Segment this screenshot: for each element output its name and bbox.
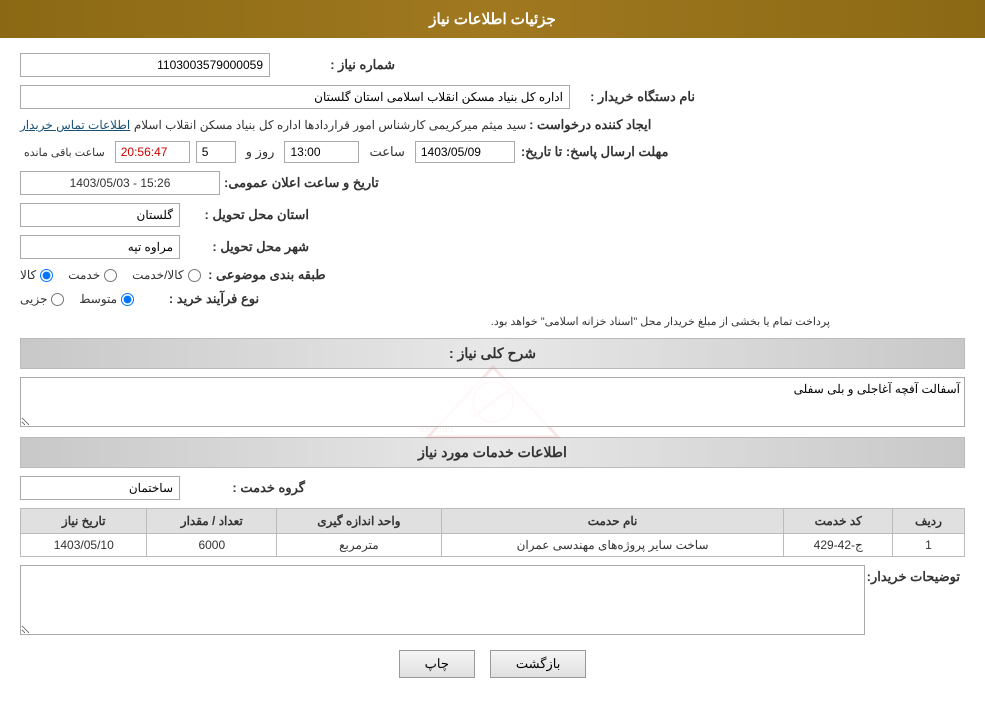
- aalan-label: تاریخ و ساعت اعلان عمومی:: [224, 175, 384, 191]
- deadline-label: مهلت ارسال پاسخ: تا تاریخ:: [521, 144, 674, 160]
- shomara-input[interactable]: [20, 53, 270, 77]
- dasgah-row: نام دستگاه خریدار :: [20, 85, 965, 109]
- radio-kala-input[interactable]: [40, 269, 53, 282]
- radio-motavas-label: متوسط: [79, 292, 117, 306]
- nav-farayand-note: پرداخت تمام یا بخشی از مبلغ خریدار محل "…: [20, 315, 965, 328]
- service-table-body: 1ج-42-429ساخت سایر پروژه‌های مهندسی عمرا…: [21, 534, 965, 557]
- tabaghe-label: طبقه بندی موضوعی :: [201, 267, 331, 283]
- tozihat-textarea[interactable]: [20, 565, 865, 635]
- dasgah-label: نام دستگاه خریدار :: [570, 89, 700, 105]
- deadline-row: مهلت ارسال پاسخ: تا تاریخ: ساعت روز و سا…: [20, 141, 965, 163]
- radio-kala[interactable]: کالا: [20, 268, 53, 282]
- content-area: شماره نیاز : نام دستگاه خریدار : ایجاد ک…: [0, 38, 985, 708]
- radio-khedmat[interactable]: خدمت: [68, 268, 117, 282]
- ostan-row: استان محل تحویل :: [20, 203, 965, 227]
- radio-motavas[interactable]: متوسط: [79, 292, 134, 306]
- cell-tedad: 6000: [147, 534, 277, 557]
- cell-radif: 1: [892, 534, 964, 557]
- tozihat-row: توضیحات خریدار:: [20, 565, 965, 635]
- col-vahed: واحد اندازه گیری: [277, 509, 441, 534]
- radio-jozi-label: جزیی: [20, 292, 47, 306]
- nav-farayand-label: نوع فرآیند خرید :: [134, 291, 264, 307]
- radio-khedmat-label: خدمت: [68, 268, 100, 282]
- section-sharh-label: شرح کلی نیاز :: [449, 345, 536, 361]
- col-tedad: تعداد / مقدار: [147, 509, 277, 534]
- gorohe-input[interactable]: [20, 476, 180, 500]
- section-sharh-title: شرح کلی نیاز :: [20, 338, 965, 369]
- ijad-label: ایجاد کننده درخواست :: [526, 117, 656, 133]
- cell-code: ج-42-429: [784, 534, 893, 557]
- bottom-buttons: بازگشت چاپ: [20, 650, 965, 693]
- cell-name: ساخت سایر پروژه‌های مهندسی عمران: [441, 534, 784, 557]
- col-name: نام حدمت: [441, 509, 784, 534]
- shomara-row: شماره نیاز :: [20, 53, 965, 77]
- page-wrapper: جزئیات اطلاعات نیاز شماره نیاز : نام دست…: [0, 0, 985, 708]
- ijad-value: سید میثم میرکریمی کارشناس امور قراردادها…: [134, 118, 527, 132]
- gorohe-label: گروه خدمت :: [180, 480, 310, 496]
- ostan-label: استان محل تحویل :: [184, 207, 314, 223]
- aalan-row: تاریخ و ساعت اعلان عمومی: 1403/05/03 - 1…: [20, 171, 965, 195]
- col-code: کد خدمت: [784, 509, 893, 534]
- radio-jozi-input[interactable]: [51, 293, 64, 306]
- radio-kala-khedmat[interactable]: کالا/خدمت: [132, 268, 200, 282]
- radio-kala-khedmat-input[interactable]: [188, 269, 201, 282]
- col-radif: ردیف: [892, 509, 964, 534]
- deadline-time-input[interactable]: [284, 141, 359, 163]
- deadline-date-input[interactable]: [415, 141, 515, 163]
- radio-jozi[interactable]: جزیی: [20, 292, 64, 306]
- nav-farayand-row: نوع فرآیند خرید : متوسط جزیی: [20, 291, 965, 307]
- radio-khedmat-input[interactable]: [104, 269, 117, 282]
- tabaghe-radio-group: کالا/خدمت خدمت کالا: [20, 268, 201, 282]
- dasgah-input[interactable]: [20, 85, 570, 109]
- print-button[interactable]: چاپ: [399, 650, 475, 678]
- shahr-label: شهر محل تحویل :: [184, 239, 314, 255]
- table-header-row: ردیف کد خدمت نام حدمت واحد اندازه گیری ت…: [21, 509, 965, 534]
- tabaghe-row: طبقه بندی موضوعی : کالا/خدمت خدمت کالا: [20, 267, 965, 283]
- header-title: جزئیات اطلاعات نیاز: [429, 11, 556, 28]
- gorohe-row: گروه خدمت :: [20, 476, 965, 500]
- ostan-input[interactable]: [20, 203, 180, 227]
- day-label: روز و: [242, 144, 279, 160]
- radio-kala-label: کالا: [20, 268, 36, 282]
- deadline-remaining-input: [115, 141, 190, 163]
- deadline-days-input[interactable]: [196, 141, 236, 163]
- aalan-value: 1403/05/03 - 15:26: [20, 171, 220, 195]
- time-label: ساعت: [365, 144, 408, 160]
- shahr-input[interactable]: [20, 235, 180, 259]
- tozihat-label: توضیحات خریدار:: [865, 565, 965, 585]
- service-section-title: اطلاعات خدمات مورد نیاز: [20, 437, 965, 468]
- service-table: ردیف کد خدمت نام حدمت واحد اندازه گیری ت…: [20, 508, 965, 557]
- sharh-textarea[interactable]: آسفالت آفچه آغاجلی و بلی سفلی: [20, 377, 965, 427]
- back-button[interactable]: بازگشت: [490, 650, 586, 678]
- radio-motavas-input[interactable]: [121, 293, 134, 306]
- ijad-row: ایجاد کننده درخواست : سید میثم میرکریمی …: [20, 117, 965, 133]
- radio-kala-khedmat-label: کالا/خدمت: [132, 268, 183, 282]
- cell-vahed: مترمربع: [277, 534, 441, 557]
- page-header: جزئیات اطلاعات نیاز: [0, 0, 985, 38]
- nav-farayand-radio-group: متوسط جزیی: [20, 292, 134, 306]
- col-tarikh: تاریخ نیاز: [21, 509, 147, 534]
- contact-link[interactable]: اطلاعات تماس خریدار: [20, 118, 130, 132]
- cell-tarikh: 1403/05/10: [21, 534, 147, 557]
- table-row: 1ج-42-429ساخت سایر پروژه‌های مهندسی عمرا…: [21, 534, 965, 557]
- remaining-label: ساعت باقی مانده: [20, 146, 109, 159]
- shahr-row: شهر محل تحویل :: [20, 235, 965, 259]
- shomara-label: شماره نیاز :: [270, 57, 400, 73]
- sharh-row: AharTender.net آسفالت آفچه آغاجلی و بلی …: [20, 377, 965, 427]
